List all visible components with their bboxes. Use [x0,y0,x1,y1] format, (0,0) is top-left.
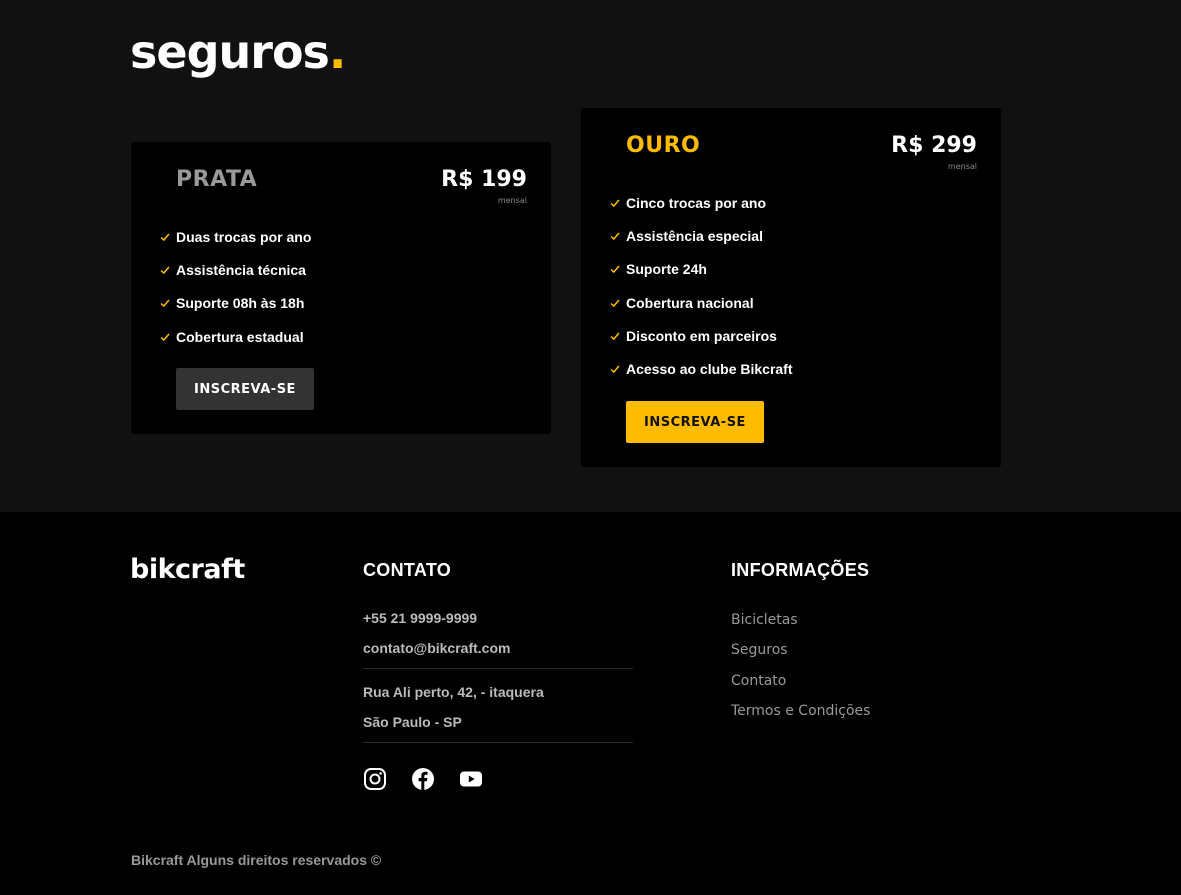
feature-label: Disconto em parceiros [626,327,777,344]
address-divider [363,742,633,743]
feature-item: Disconto em parceiros [609,319,793,352]
address-line-1: Rua Ali perto, 42, - itaquera [363,684,544,700]
check-icon [610,265,620,274]
plan-card-ouro: OURO R$ 299 mensal Cinco trocas por ano … [581,108,1001,467]
informacoes-heading: INFORMAÇÕES [731,560,870,580]
check-icon [160,233,170,241]
feature-item: Assistência especial [609,219,793,252]
footer-link-seguros[interactable]: Seguros [731,635,870,665]
feature-item: Acesso ao clube Bikcraft [609,352,793,385]
feature-label: Suporte 24h [626,261,707,278]
check-icon [610,199,620,207]
subscribe-button-ouro[interactable]: INSCREVA-SE [626,401,764,443]
facebook-icon [412,768,434,790]
feature-item: Duas trocas por ano [159,220,311,253]
check-icon [160,266,170,275]
footer-link-contato[interactable]: Contato [731,666,870,696]
feature-item: Cobertura estadual [159,320,311,353]
feature-item: Suporte 08h às 18h [159,287,311,320]
feature-item: Cinco trocas por ano [609,186,793,219]
address-line-2: São Paulo - SP [363,714,462,730]
footer-logo[interactable]: bikcraft [130,554,245,586]
email-link[interactable]: contato@bikcraft.com [363,639,510,657]
check-icon [610,299,620,307]
page-title: seguros. [130,22,347,82]
plan-name: PRATA [176,167,258,192]
check-icon [160,299,170,308]
check-icon [610,332,620,340]
page-title-text: seguros [130,25,330,79]
feature-item: Cobertura nacional [609,286,793,319]
subscribe-button-prata[interactable]: INSCREVA-SE [176,368,314,410]
feature-label: Acesso ao clube Bikcraft [626,361,793,378]
instagram-icon [364,768,386,790]
feature-label: Cobertura estadual [176,328,304,345]
feature-label: Suporte 08h às 18h [176,295,305,312]
instagram-link[interactable] [363,767,387,796]
youtube-link[interactable] [459,767,483,796]
check-icon [610,365,620,374]
contact-divider [363,668,633,669]
info-links: Bicicletas Seguros Contato Termos e Cond… [731,605,870,726]
contato-heading: CONTATO [363,560,452,580]
feature-item: Suporte 24h [609,253,793,286]
plan-price: R$ 199 [441,167,527,192]
feature-label: Assistência especial [626,227,763,244]
plan-card-prata: PRATA R$ 199 mensal Duas trocas por ano … [131,142,551,434]
feature-item: Assistência técnica [159,253,311,286]
footer-link-bicicletas[interactable]: Bicicletas [731,605,870,635]
plan-period: mensal [947,162,977,171]
feature-label: Duas trocas por ano [176,228,312,245]
footer-link-termos[interactable]: Termos e Condições [731,696,870,726]
feature-list: Duas trocas por ano Assistência técnica … [159,220,311,353]
seguros-section: seguros. PRATA R$ 199 mensal Duas trocas… [0,0,1181,512]
title-dot: . [328,25,347,79]
check-icon [610,232,620,241]
plan-name: OURO [626,133,701,158]
price-block: R$ 199 mensal [441,164,527,206]
feature-label: Cobertura nacional [626,294,754,311]
price-block: R$ 299 mensal [891,130,977,172]
check-icon [160,333,170,341]
social-links [363,767,483,796]
phone-link[interactable]: +55 21 9999-9999 [363,609,477,627]
feature-label: Cinco trocas por ano [626,194,767,211]
feature-label: Assistência técnica [176,261,306,278]
plan-period: mensal [497,196,527,205]
copyright: Bikcraft Alguns direitos reservados © [131,852,382,868]
plan-price: R$ 299 [891,133,977,158]
feature-list: Cinco trocas por ano Assistência especia… [609,186,793,386]
facebook-link[interactable] [411,767,435,796]
youtube-icon [460,771,482,787]
footer: bikcraft CONTATO +55 21 9999-9999 contat… [0,512,1181,895]
